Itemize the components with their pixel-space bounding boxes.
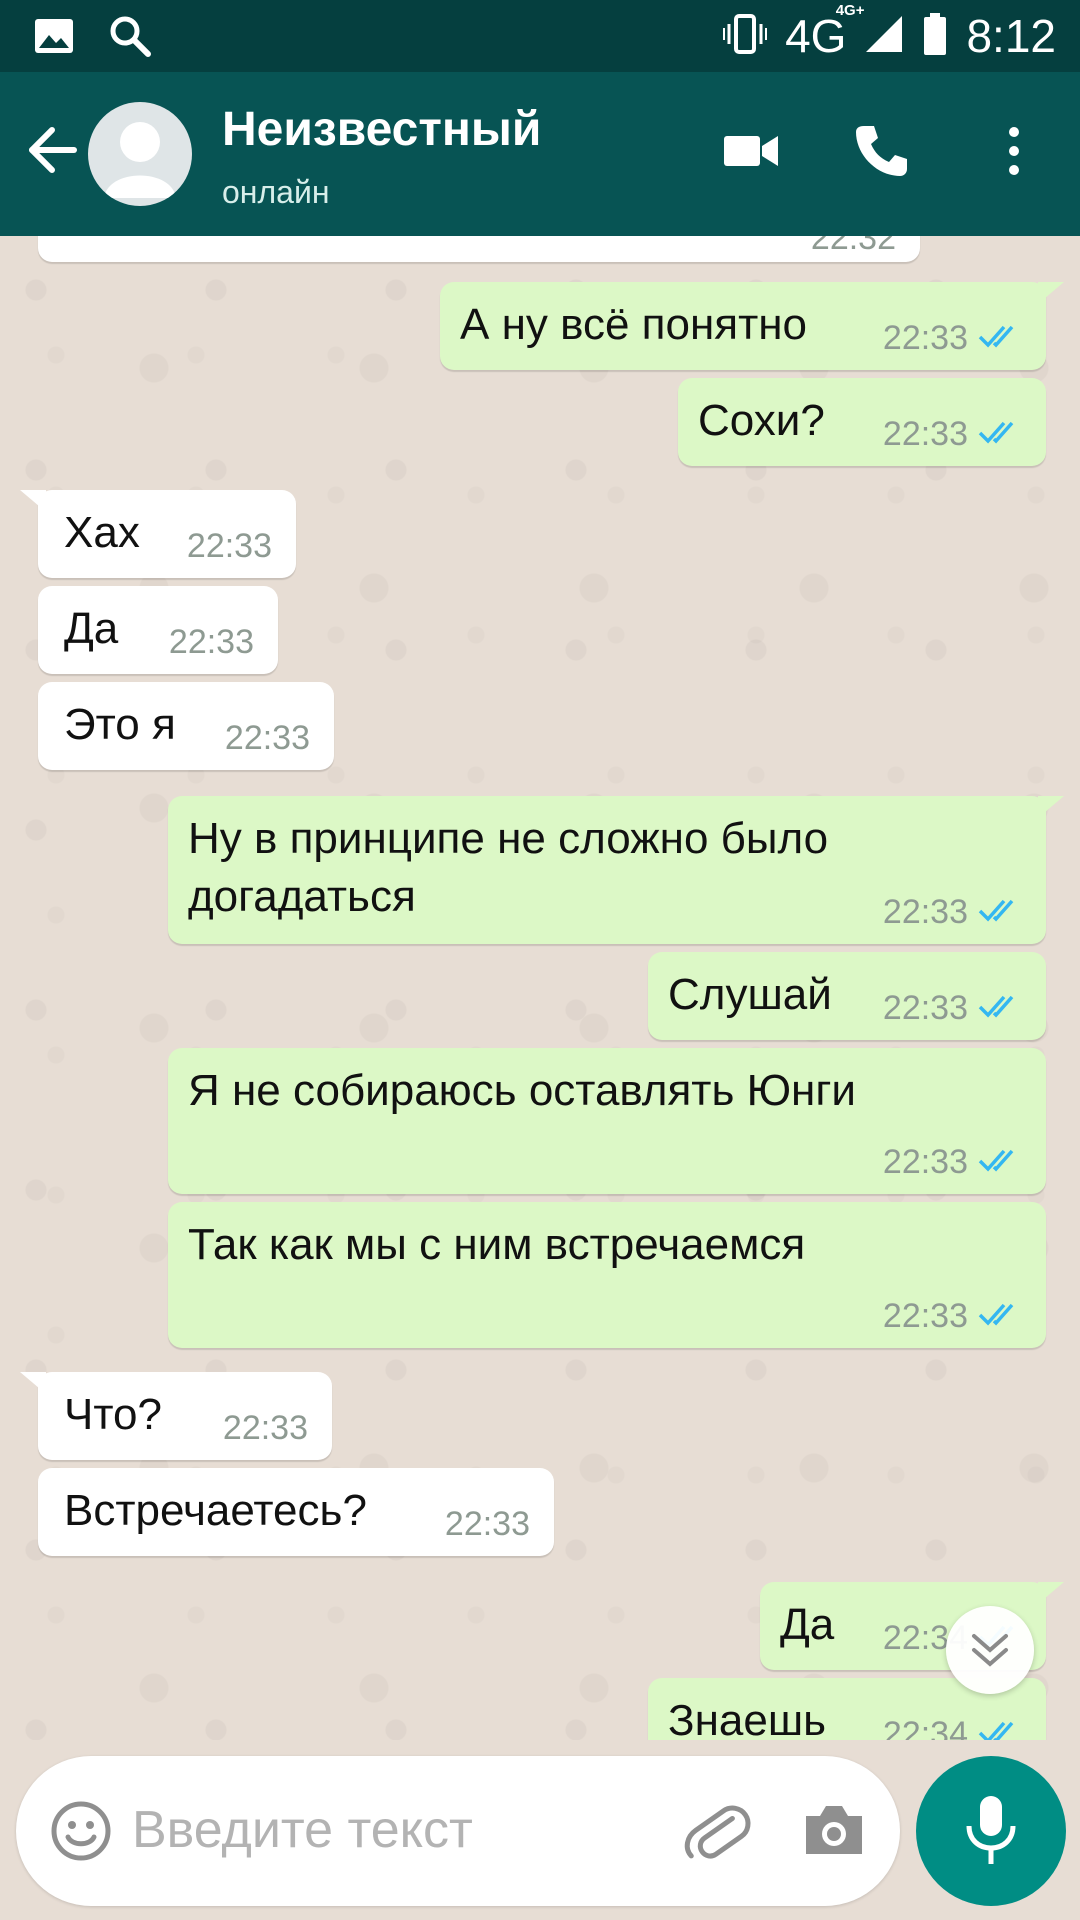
- network-indicator: 4G 4G+: [785, 2, 864, 64]
- message-outgoing[interactable]: А ну всё понятно 22:33: [440, 282, 1064, 370]
- more-options-icon[interactable]: [1000, 122, 1028, 185]
- contact-name[interactable]: Неизвестный: [222, 102, 541, 157]
- message-text: Так как мы с ним встречаемся: [188, 1220, 806, 1269]
- status-bar: 4G 4G+ 8:12: [0, 0, 1080, 72]
- chat-header: Неизвестный онлайн: [0, 72, 1080, 236]
- message-outgoing[interactable]: Сохи? 22:33: [678, 378, 1046, 466]
- microphone-icon: [963, 1794, 1019, 1873]
- message-time: 22:34: [882, 1715, 968, 1740]
- message-outgoing[interactable]: Слушай 22:33: [648, 952, 1046, 1040]
- message-text: Слушай: [668, 970, 832, 1019]
- message-time: 22:33: [882, 1143, 968, 1181]
- message-time: 22:32: [810, 236, 896, 257]
- voice-record-button[interactable]: [916, 1756, 1066, 1906]
- message-incoming[interactable]: Встречаетесь? 22:33: [38, 1468, 554, 1556]
- double-check-icon: [978, 323, 1022, 354]
- message-time: 22:33: [882, 893, 968, 931]
- search-icon: [108, 14, 152, 63]
- message-text: Встречаетесь?: [64, 1486, 367, 1535]
- message-text: Сохи?: [698, 396, 825, 445]
- vibrate-icon: [723, 12, 768, 61]
- message-outgoing[interactable]: Я не собираюсь оставлять Юнги 22:33: [168, 1048, 1046, 1194]
- double-check-icon: [978, 1719, 1022, 1740]
- message-incoming[interactable]: Это я 22:33: [38, 682, 334, 770]
- chat-area[interactable]: 22:32 А ну всё понятно 22:33 Сохи? 22:33…: [0, 236, 1080, 1740]
- message-text: Да: [780, 1600, 835, 1649]
- message-time: 22:33: [882, 1297, 968, 1335]
- contact-status: онлайн: [222, 174, 330, 210]
- voice-call-icon[interactable]: [852, 122, 910, 185]
- attach-icon[interactable]: [682, 1796, 752, 1871]
- emoji-icon[interactable]: [50, 1800, 112, 1867]
- message-text: Да: [64, 604, 119, 653]
- message-incoming[interactable]: Да 22:33: [38, 586, 278, 674]
- message-outgoing[interactable]: Так как мы с ним встречаемся 22:33: [168, 1202, 1046, 1348]
- avatar[interactable]: [88, 102, 192, 206]
- double-check-icon: [978, 419, 1022, 450]
- message-time: 22:33: [882, 415, 968, 453]
- message-time: 22:33: [222, 1409, 308, 1447]
- back-arrow-icon[interactable]: [24, 122, 80, 178]
- camera-icon[interactable]: [802, 1800, 866, 1865]
- message-time: 22:33: [186, 527, 272, 565]
- message-text: Знаешь: [668, 1696, 827, 1740]
- message-time: 22:33: [882, 989, 968, 1027]
- message-time: 22:33: [444, 1505, 530, 1543]
- clock: 8:12: [966, 10, 1056, 62]
- double-check-icon: [978, 897, 1022, 928]
- battery-icon: [922, 12, 948, 61]
- message-outgoing[interactable]: Ну в принципе не сложно было догадаться …: [168, 796, 1064, 944]
- message-incoming[interactable]: Что? 22:33: [20, 1372, 332, 1460]
- message-time: 22:33: [224, 719, 310, 757]
- message-text: Хах: [64, 508, 140, 557]
- chevron-double-down-icon: [946, 1634, 1034, 1698]
- message-input-bar[interactable]: Введите текст: [16, 1756, 900, 1906]
- message-time: 22:33: [882, 319, 968, 357]
- scroll-to-bottom-button[interactable]: [946, 1606, 1034, 1694]
- double-check-icon: [978, 1301, 1022, 1332]
- message-text: Ну в принципе не сложно было догадаться: [188, 814, 829, 921]
- signal-icon: [864, 14, 904, 59]
- message-text: А ну всё понятно: [460, 300, 808, 349]
- gallery-icon: [34, 18, 74, 59]
- message-text: Это я: [64, 700, 176, 749]
- double-check-icon: [978, 993, 1022, 1024]
- message-bubble-partial[interactable]: 22:32: [38, 236, 920, 262]
- video-call-icon[interactable]: [722, 122, 780, 185]
- message-input[interactable]: Введите текст: [132, 1800, 473, 1860]
- double-check-icon: [978, 1147, 1022, 1178]
- message-text: Я не собираюсь оставлять Юнги: [188, 1066, 856, 1115]
- network-sup-label: 4G+: [835, 2, 865, 19]
- message-time: 22:33: [168, 623, 254, 661]
- message-text: Что?: [64, 1390, 162, 1439]
- message-incoming[interactable]: Хах 22:33: [20, 490, 296, 578]
